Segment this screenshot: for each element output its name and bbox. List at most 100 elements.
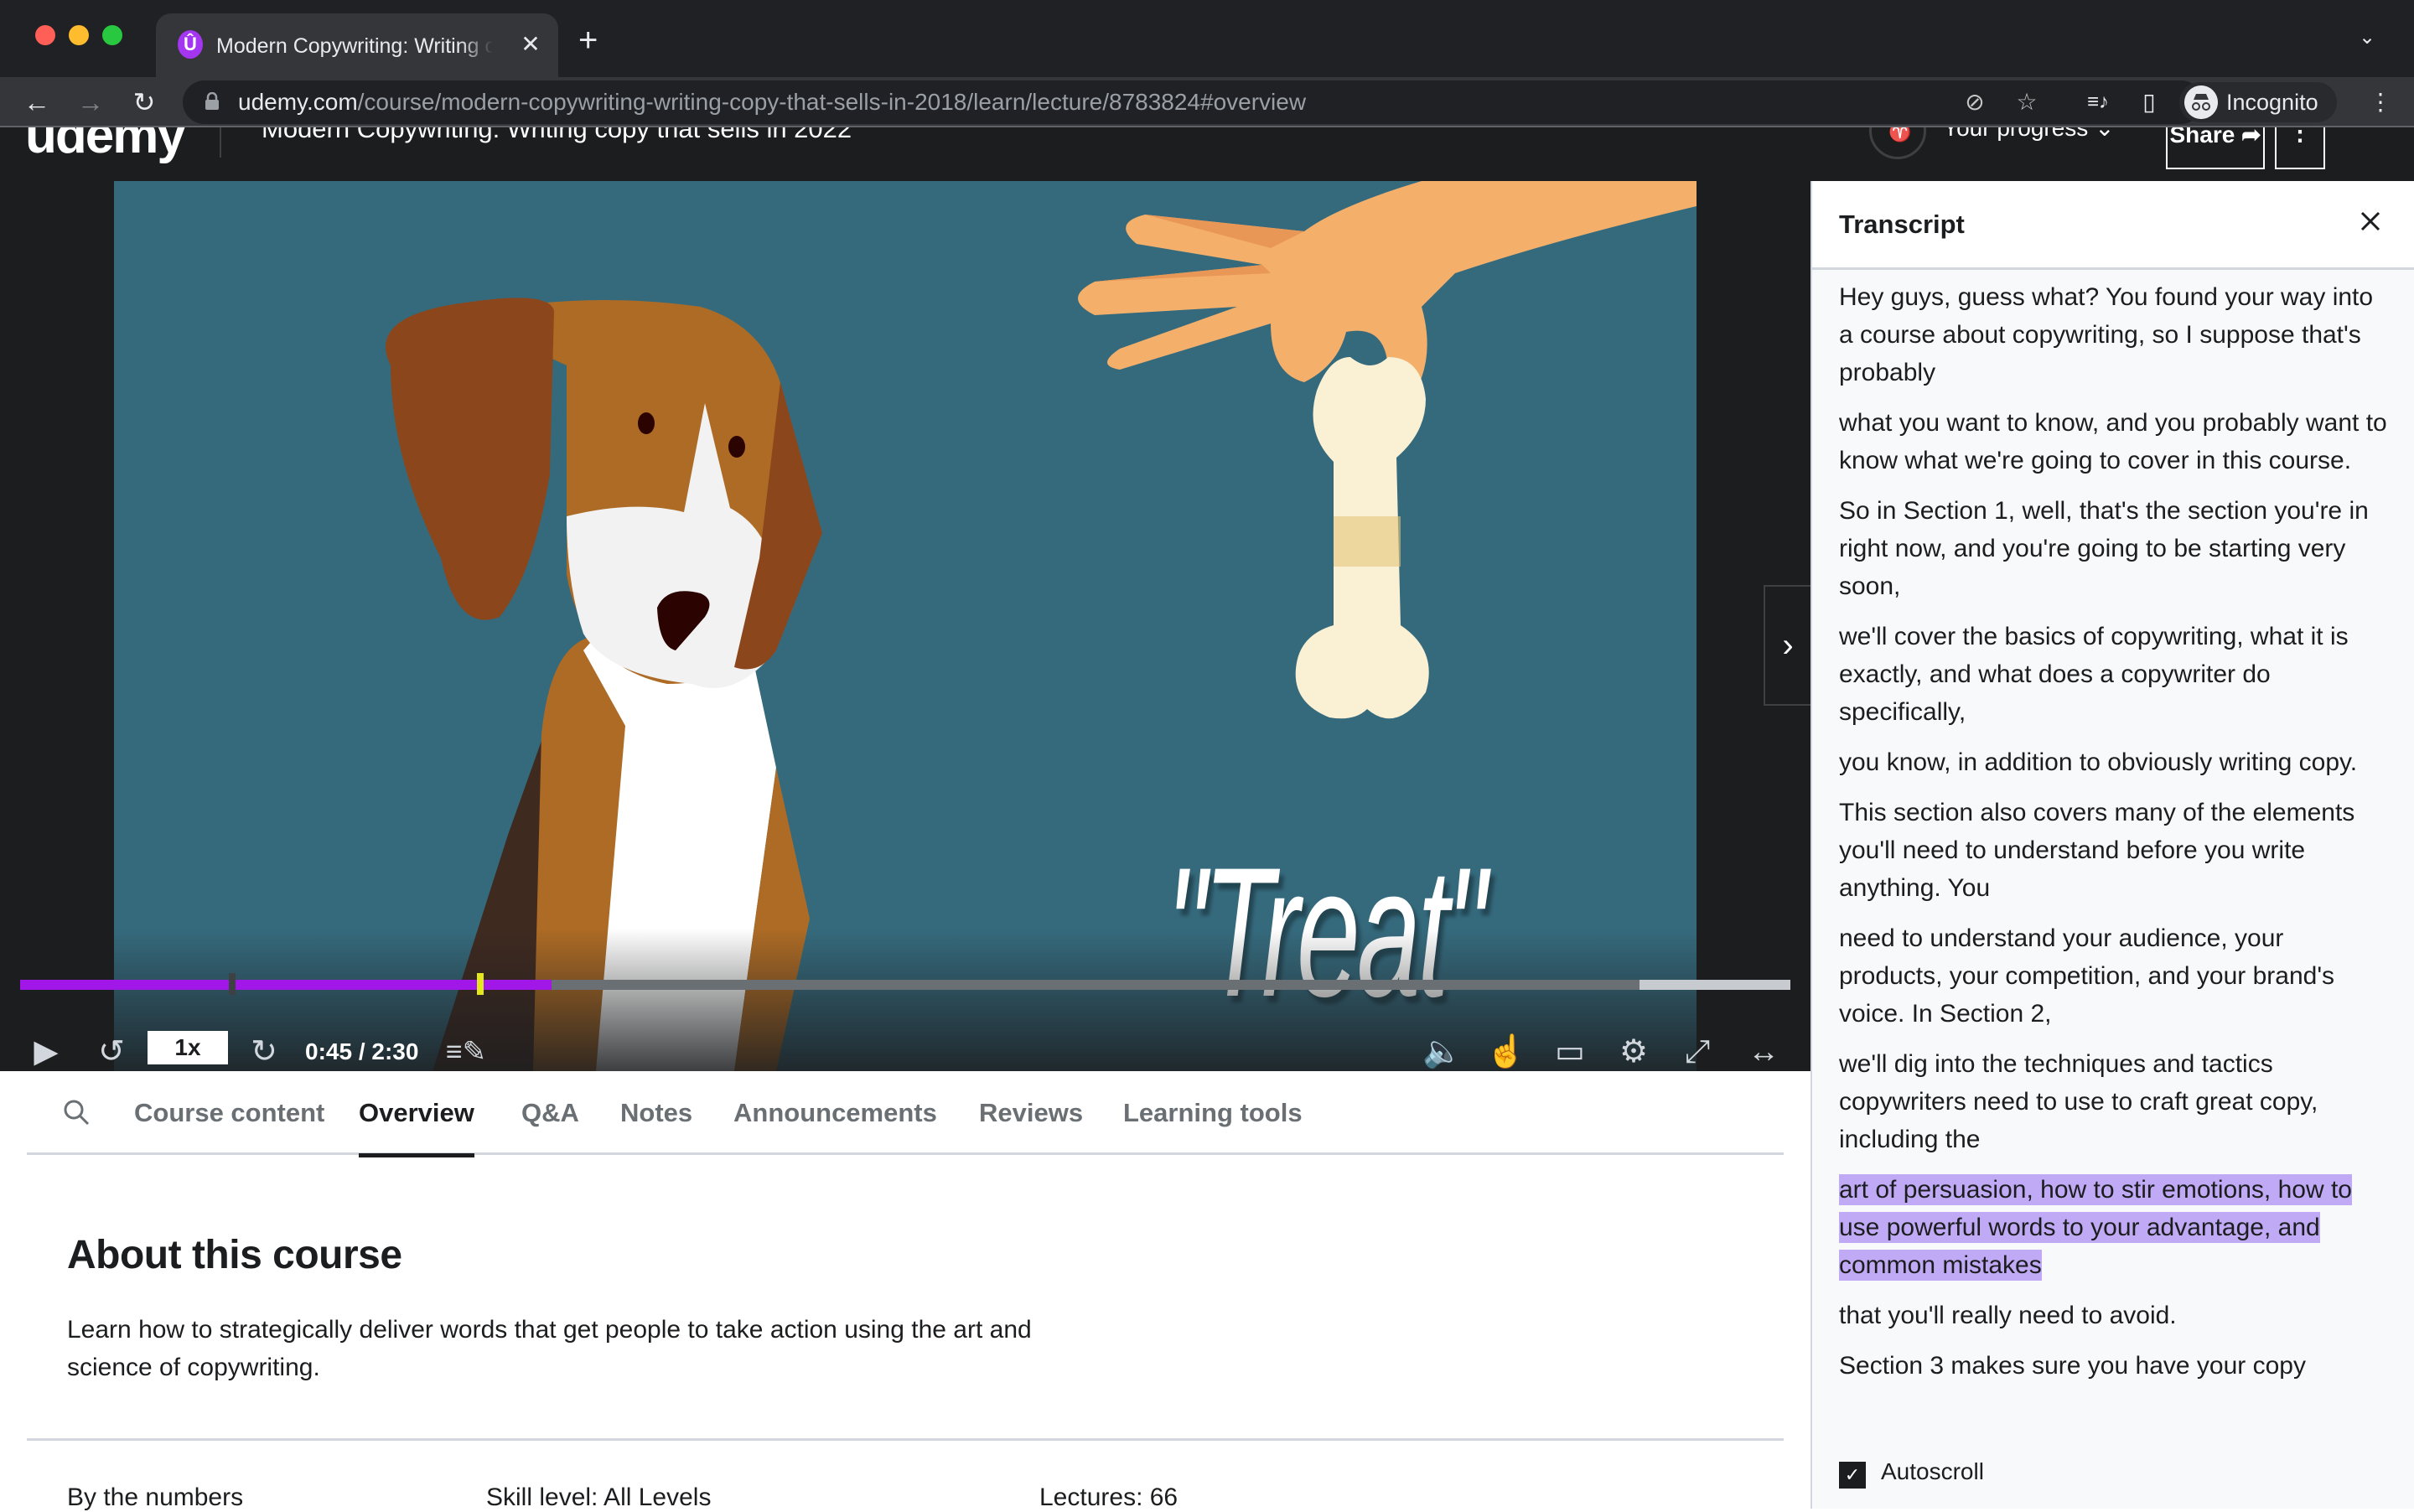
reload-button[interactable]: ↻: [126, 84, 163, 121]
time-display: 0:45 / 2:30: [305, 1038, 419, 1064]
bookmark-marker[interactable]: [229, 973, 236, 995]
tab-announcements[interactable]: Announcements: [733, 1071, 937, 1155]
transcript-panel: Transcript Hey guys, guess what? You fou…: [1810, 181, 2414, 1509]
lectures-count: Lectures: 66: [1039, 1484, 1179, 1511]
udemy-logo[interactable]: udemy: [25, 127, 186, 165]
tab-qa[interactable]: Q&A: [521, 1071, 579, 1155]
close-tab-icon[interactable]: ✕: [516, 30, 545, 59]
transcript-cue-text: we'll dig into the techniques and tactic…: [1839, 1050, 2318, 1153]
transcript-cue-text: that you'll really need to avoid.: [1839, 1302, 2177, 1329]
share-button[interactable]: Share ➦: [2166, 127, 2265, 169]
about-heading: About this course: [67, 1233, 402, 1277]
tab-notes[interactable]: Notes: [620, 1071, 692, 1155]
playback-speed-button[interactable]: 1x: [148, 1031, 228, 1064]
udemy-favicon-icon: Û: [178, 30, 203, 59]
incognito-label: Incognito: [2226, 90, 2318, 115]
transcript-cue[interactable]: need to understand your audience, your p…: [1839, 919, 2392, 1033]
transcript-toggle-button[interactable]: ☝: [1485, 1031, 1527, 1071]
progress-marker[interactable]: [476, 973, 484, 995]
transcript-cue-text: This section also covers many of the ele…: [1839, 799, 2355, 902]
forward-5s-button[interactable]: ↻: [243, 1031, 285, 1071]
transcript-cue-text: So in Section 1, well, that's the sectio…: [1839, 497, 2369, 600]
tab-course-content[interactable]: Course content: [134, 1071, 324, 1155]
transcript-footer: ✓ Autoscroll: [1812, 1452, 2414, 1509]
incognito-profile-button[interactable]: Incognito: [2179, 82, 2337, 122]
window-close-button[interactable]: [35, 25, 55, 45]
transcript-cues[interactable]: Hey guys, guess what? You found your way…: [1839, 278, 2392, 1393]
transcript-cue-text: Section 3 makes sure you have your copy …: [1839, 1352, 2306, 1393]
tab-search-chevron-icon[interactable]: ⌄: [2359, 25, 2375, 49]
tab-learning-tools[interactable]: Learning tools: [1123, 1071, 1303, 1155]
progress-hover-preview: [1640, 980, 1790, 990]
dog-right-eye: [728, 436, 745, 458]
transcript-cue-text: we'll cover the basics of copywriting, w…: [1839, 623, 2349, 726]
new-tab-button[interactable]: +: [578, 23, 598, 57]
forward-button[interactable]: →: [72, 84, 109, 121]
tab-overview[interactable]: Overview: [359, 1071, 474, 1157]
your-progress-dropdown[interactable]: Your progress ⌄: [1943, 127, 2115, 142]
eye-off-icon[interactable]: ⊘: [1961, 89, 1988, 116]
video-progress-bar[interactable]: [20, 973, 1790, 995]
transcript-cue[interactable]: This section also covers many of the ele…: [1839, 794, 2392, 907]
transcript-cue[interactable]: Hey guys, guess what? You found your way…: [1839, 278, 2392, 391]
header-divider: [220, 127, 221, 158]
browser-menu-icon[interactable]: ⋮: [2365, 87, 2396, 117]
fullscreen-button[interactable]: ⤢: [1676, 1031, 1718, 1071]
browser-tab-strip: Û Modern Copywriting: Writing copy that …: [0, 0, 2414, 77]
transcript-cue[interactable]: that you'll really need to avoid.: [1839, 1297, 2392, 1334]
course-title[interactable]: Modern Copywriting: Writing copy that se…: [262, 127, 852, 144]
transcript-cue-text: you know, in addition to obviously writi…: [1839, 748, 2358, 776]
transcript-cue[interactable]: we'll cover the basics of copywriting, w…: [1839, 618, 2392, 731]
about-description: Learn how to strategically deliver words…: [67, 1316, 1032, 1381]
close-icon[interactable]: [2354, 205, 2387, 238]
window-maximize-button[interactable]: [102, 25, 122, 45]
transcript-header: Transcript: [1812, 181, 2414, 270]
media-control-icon[interactable]: ≡♪: [2079, 87, 2117, 117]
transcript-cue-text: Hey guys, guess what? You found your way…: [1839, 283, 2374, 386]
url-text[interactable]: udemy.com/course/modern-copywriting-writ…: [238, 80, 1306, 124]
volume-button[interactable]: 🔈: [1422, 1031, 1463, 1071]
autoscroll-label[interactable]: Autoscroll: [1881, 1458, 1984, 1485]
by-the-numbers-label: By the numbers: [67, 1484, 244, 1511]
course-header: udemy Modern Copywriting: Writing copy t…: [0, 127, 2414, 181]
tab-title: Modern Copywriting: Writing copy that se…: [216, 34, 493, 58]
rewind-5s-button[interactable]: ↺: [91, 1031, 132, 1071]
back-button[interactable]: ←: [18, 84, 55, 121]
captions-button[interactable]: ▭: [1549, 1031, 1591, 1071]
play-button[interactable]: ▶: [25, 1031, 67, 1071]
window-minimize-button[interactable]: [69, 25, 89, 45]
browser-toolbar: ← → ↻ udemy.com/course/modern-copywritin…: [0, 77, 2414, 127]
tab-reviews[interactable]: Reviews: [979, 1071, 1083, 1155]
transcript-cue-text: art of persuasion, how to stir emotions,…: [1839, 1174, 2352, 1281]
transcript-cue[interactable]: you know, in addition to obviously writi…: [1839, 743, 2392, 781]
transcript-cue[interactable]: we'll dig into the techniques and tactic…: [1839, 1045, 2392, 1158]
incognito-icon: [2184, 85, 2218, 119]
settings-gear-button[interactable]: ⚙: [1613, 1031, 1655, 1071]
section-divider: [27, 1438, 1784, 1441]
autoscroll-checkbox[interactable]: ✓: [1839, 1462, 1866, 1489]
browser-tab-active[interactable]: Û Modern Copywriting: Writing copy that …: [156, 13, 558, 77]
lock-icon: [205, 92, 219, 110]
transcript-cue[interactable]: Section 3 makes sure you have your copy …: [1839, 1347, 2392, 1393]
course-tabs: Course content Overview Q&A Notes Announ…: [27, 1071, 1784, 1157]
transcript-cue-text: need to understand your audience, your p…: [1839, 924, 2335, 1028]
skill-level: Skill level: All Levels: [486, 1484, 712, 1511]
expand-theater-button[interactable]: ↔: [1740, 1031, 1787, 1071]
side-panel-icon[interactable]: ▯: [2134, 87, 2164, 117]
next-lecture-arrow[interactable]: ›: [1764, 585, 1810, 706]
progress-trophy-icon: ♈: [1869, 127, 1926, 159]
transcript-cue[interactable]: what you want to know, and you probably …: [1839, 404, 2392, 479]
transcript-title: Transcript: [1839, 210, 1965, 239]
dog-left-ear: [386, 298, 554, 620]
search-icon[interactable]: [60, 1096, 94, 1130]
address-bar[interactable]: udemy.com/course/modern-copywriting-writ…: [183, 80, 2203, 124]
more-options-button[interactable]: ⋮: [2275, 127, 2325, 169]
bookmark-star-icon[interactable]: ☆: [2013, 89, 2040, 116]
transcript-cue[interactable]: So in Section 1, well, that's the sectio…: [1839, 492, 2392, 605]
add-note-button[interactable]: ≡✎: [443, 1031, 490, 1071]
dog-left-eye: [638, 412, 655, 434]
chevron-down-icon: ⌄: [2095, 127, 2115, 141]
video-player[interactable]: "Treat" › ▶ ↺ 1x ↻ 0:45 / 2:30 ≡✎ 🔈 ☝ ▭ …: [0, 181, 1810, 1071]
progress-played: [20, 980, 552, 990]
transcript-cue-active[interactable]: art of persuasion, how to stir emotions,…: [1839, 1171, 2392, 1284]
